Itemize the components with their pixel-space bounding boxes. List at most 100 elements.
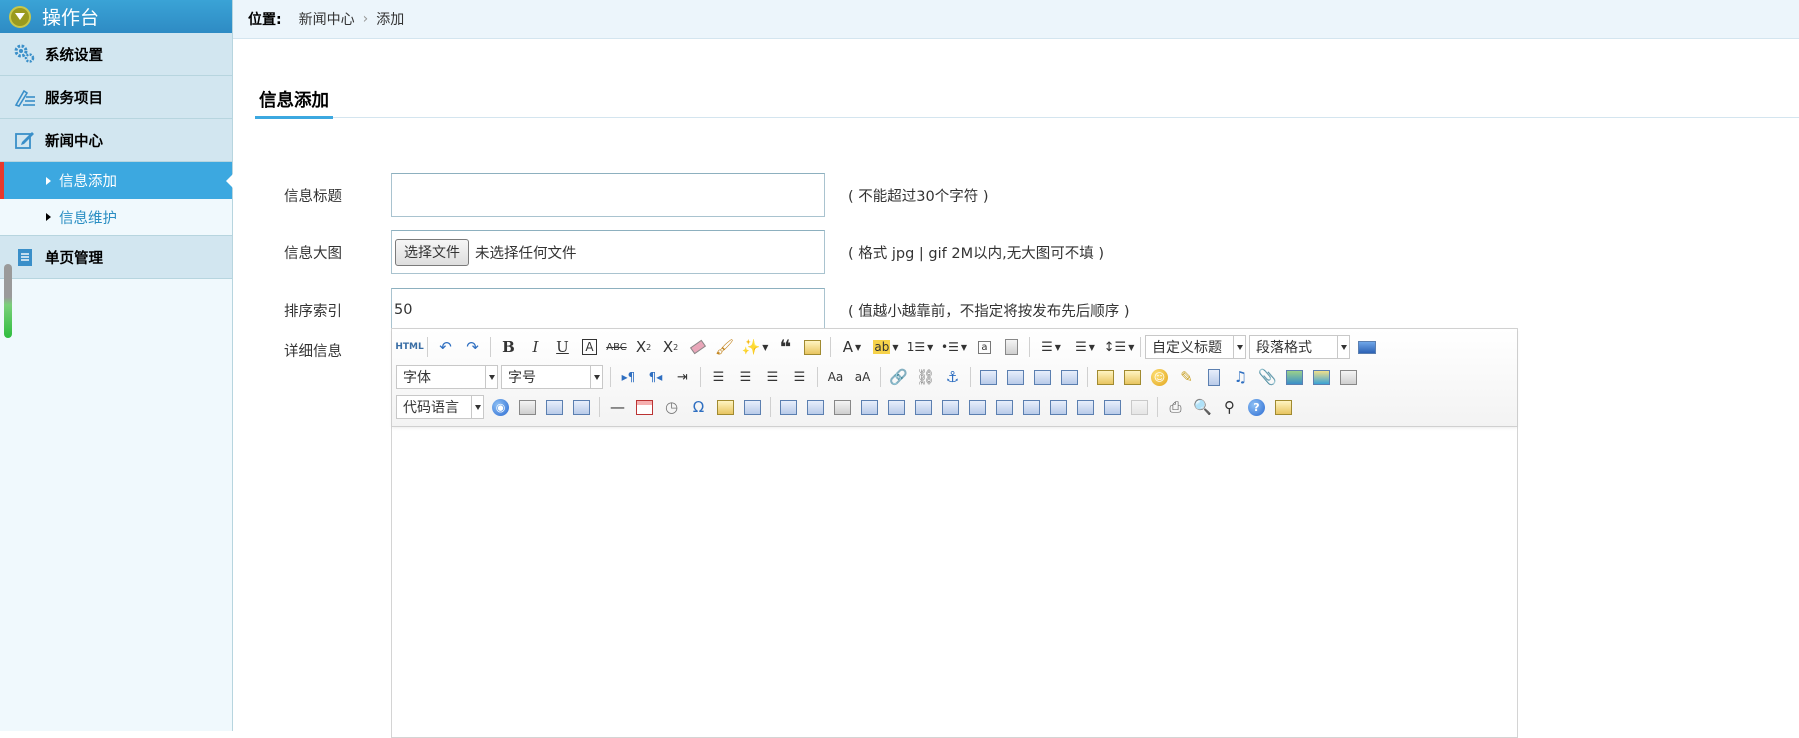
background-color-icon[interactable]: ab ▼ (869, 334, 903, 361)
paragraph-spacing-top-icon[interactable]: ☰ ▼ (1034, 334, 1068, 361)
snap-screen-icon[interactable] (712, 394, 739, 421)
merge-cells-icon[interactable] (964, 394, 991, 421)
multi-image-icon[interactable] (1119, 364, 1146, 391)
choose-file-button[interactable]: 选择文件 (395, 238, 469, 266)
music-icon[interactable]: ♫ (1227, 364, 1254, 391)
sidebar-item-info-maintain[interactable]: 信息维护 (0, 199, 232, 236)
blockquote-icon[interactable]: ❝ (772, 334, 799, 361)
sidebar-header[interactable]: 操作台 (0, 0, 232, 33)
word-image-icon[interactable] (739, 394, 766, 421)
html-source-button[interactable]: HTML (395, 334, 423, 361)
underline-icon[interactable]: U (549, 334, 576, 361)
align-center-icon[interactable]: ☰ (732, 364, 759, 391)
align-justify-icon[interactable]: ☰ (786, 364, 813, 391)
ordered-list-icon[interactable]: 1☰ ▼ (903, 334, 937, 361)
blank-page-icon[interactable] (998, 334, 1025, 361)
insert-frame-icon[interactable] (1335, 364, 1362, 391)
insert-table-icon[interactable] (775, 394, 802, 421)
image-left-icon[interactable] (1002, 364, 1029, 391)
menu-service-items[interactable]: 服务项目 (0, 76, 232, 119)
merge-down-icon[interactable] (1018, 394, 1045, 421)
italic-icon[interactable]: I (522, 334, 549, 361)
side-scroll-indicator[interactable] (4, 264, 12, 338)
insert-paragraph-before-table-icon[interactable] (829, 394, 856, 421)
delete-col-icon[interactable] (937, 394, 964, 421)
template-icon[interactable] (541, 394, 568, 421)
line-height-icon[interactable]: ↕☰ ▼ (1102, 334, 1136, 361)
drafts-icon[interactable] (1270, 394, 1297, 421)
background-icon[interactable] (568, 394, 595, 421)
bold-icon[interactable]: B (495, 334, 522, 361)
split-cols-icon[interactable] (1099, 394, 1126, 421)
preview-icon[interactable]: 🔍 (1189, 394, 1216, 421)
page-break-icon[interactable] (514, 394, 541, 421)
custom-heading-select[interactable]: 自定义标题 (1145, 335, 1246, 359)
merge-right-icon[interactable] (991, 394, 1018, 421)
paste-text-icon[interactable] (799, 334, 826, 361)
insert-image-icon[interactable] (1092, 364, 1119, 391)
attachment-icon[interactable]: 📎 (1254, 364, 1281, 391)
undo-icon[interactable]: ↶ (432, 334, 459, 361)
collapse-toggle-icon[interactable] (9, 5, 31, 28)
chart-icon[interactable] (1126, 394, 1153, 421)
format-brush-icon[interactable]: 🖌 (711, 334, 738, 361)
uppercase-icon[interactable]: Aa (822, 364, 849, 391)
horizontal-rule-icon[interactable]: — (604, 394, 631, 421)
date-icon[interactable] (631, 394, 658, 421)
insert-row-icon[interactable] (856, 394, 883, 421)
preview-monitor-icon[interactable] (1353, 334, 1380, 361)
font-border-icon[interactable]: A (576, 334, 603, 361)
ltr-icon[interactable]: ▸¶ (615, 364, 642, 391)
title-input[interactable] (391, 173, 825, 217)
row-spacing-icon[interactable]: a (971, 334, 998, 361)
map-icon[interactable] (1281, 364, 1308, 391)
tab-info-add[interactable]: 信息添加 (255, 82, 333, 119)
sidebar-item-info-add[interactable]: 信息添加 (0, 162, 233, 199)
menu-single-page[interactable]: 单页管理 (0, 236, 232, 279)
web-app-icon[interactable]: ◉ (487, 394, 514, 421)
strikethrough-icon[interactable]: ABC (603, 334, 630, 361)
special-chars-icon[interactable]: Ω (685, 394, 712, 421)
indent-icon[interactable]: ⇥ (669, 364, 696, 391)
paragraph-spacing-bottom-icon[interactable]: ☰ ▼ (1068, 334, 1102, 361)
delete-table-icon[interactable] (802, 394, 829, 421)
unlink-icon[interactable]: ⛓ (912, 364, 939, 391)
rtl-icon[interactable]: ¶◂ (642, 364, 669, 391)
font-size-select[interactable]: 字号 (501, 365, 603, 389)
insert-col-icon[interactable] (910, 394, 937, 421)
superscript-icon[interactable]: X2 (630, 334, 657, 361)
link-icon[interactable]: 🔗 (885, 364, 912, 391)
google-map-icon[interactable] (1308, 364, 1335, 391)
subscript-icon[interactable]: X2 (657, 334, 684, 361)
redo-icon[interactable]: ↷ (459, 334, 486, 361)
video-icon[interactable] (1200, 364, 1227, 391)
search-replace-icon[interactable]: ⚲ (1216, 394, 1243, 421)
image-right-icon[interactable] (1029, 364, 1056, 391)
breadcrumb-link[interactable]: 新闻中心 (299, 9, 355, 29)
paragraph-format-select[interactable]: 段落格式 (1249, 335, 1350, 359)
menu-system-settings[interactable]: 系统设置 (0, 33, 232, 76)
menu-news-center[interactable]: 新闻中心 (0, 119, 232, 162)
emotion-icon[interactable]: ☺ (1146, 364, 1173, 391)
split-cells-icon[interactable] (1045, 394, 1072, 421)
lowercase-icon[interactable]: aA (849, 364, 876, 391)
delete-row-icon[interactable] (883, 394, 910, 421)
scrawl-icon[interactable]: ✎ (1173, 364, 1200, 391)
sort-index-input[interactable]: 50 (391, 288, 825, 332)
help-icon[interactable]: ? (1243, 394, 1270, 421)
unordered-list-icon[interactable]: •☰ ▼ (937, 334, 971, 361)
editor-content-area[interactable] (392, 427, 1517, 737)
align-left-icon[interactable]: ☰ (705, 364, 732, 391)
code-language-select[interactable]: 代码语言 (396, 395, 484, 419)
image-none-icon[interactable] (975, 364, 1002, 391)
eraser-icon[interactable] (684, 334, 711, 361)
print-icon[interactable]: ⎙ (1162, 394, 1189, 421)
time-icon[interactable]: ◷ (658, 394, 685, 421)
split-rows-icon[interactable] (1072, 394, 1099, 421)
align-right-icon[interactable]: ☰ (759, 364, 786, 391)
image-center-icon[interactable] (1056, 364, 1083, 391)
font-color-icon[interactable]: A ▼ (835, 334, 869, 361)
font-family-select[interactable]: 字体 (396, 365, 498, 389)
anchor-icon[interactable]: ⚓ (939, 364, 966, 391)
auto-format-icon[interactable]: ✨ ▼ (738, 334, 772, 361)
